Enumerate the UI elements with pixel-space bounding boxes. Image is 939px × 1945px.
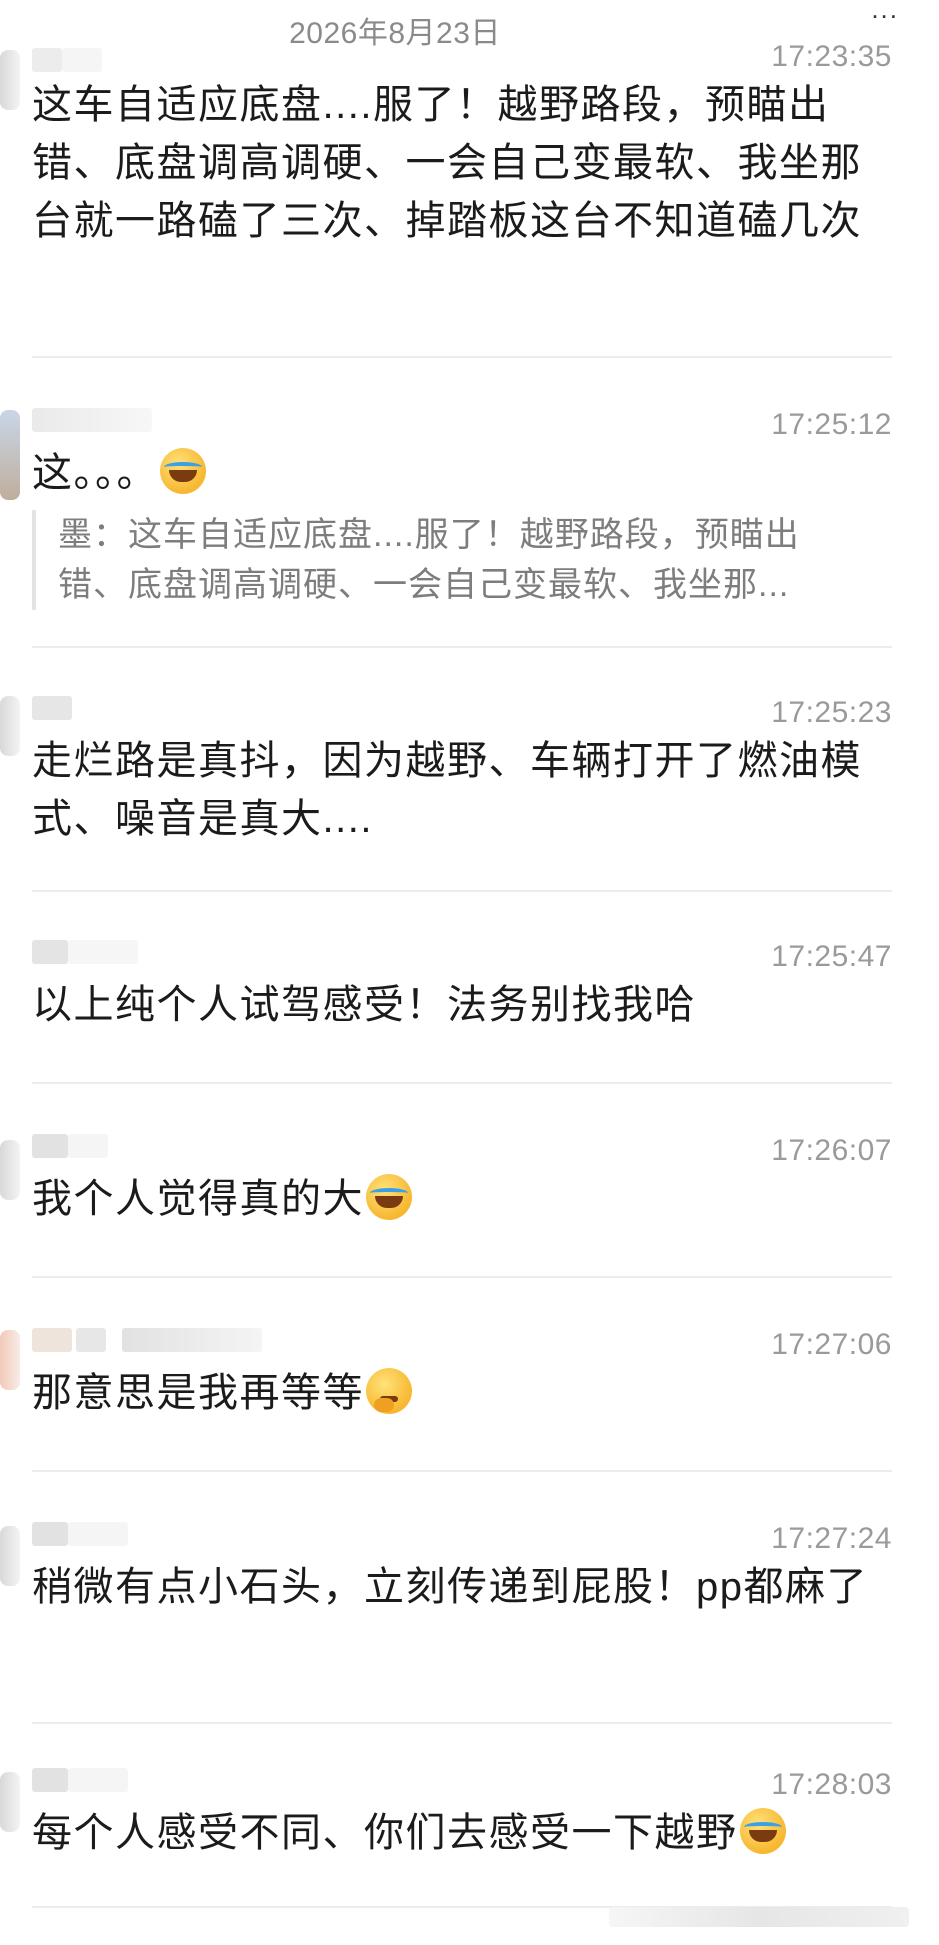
sender-name-blurred [32,692,102,720]
message-time: 17:25:12 [771,408,892,441]
message-text-content: 每个人感受不同、你们去感受一下越野 [32,1811,738,1855]
quote-line: 错、底盘调高调硬、一会自己变最软、我坐那... [58,566,790,604]
message-time: 17:25:47 [771,940,892,973]
quote-line: 墨：这车自适应底盘....服了！越野路段，预瞄出 [58,516,800,554]
message-text-content: 我个人觉得真的大 [32,1177,364,1221]
message-time: 17:27:06 [771,1328,892,1361]
face-with-tears-emoji [366,1174,412,1220]
message-text[interactable]: 每个人感受不同、你们去感受一下越野 [32,1804,892,1862]
divider [32,1722,892,1724]
face-with-tears-emoji [160,448,206,494]
sender-name-blurred [32,404,152,432]
message-time: 17:23:35 [771,40,892,73]
message-text[interactable]: 我个人觉得真的大 [32,1170,892,1228]
message-text-content: 这。。。 [32,451,158,495]
sender-name-blurred [32,1130,108,1158]
sender-name-blurred [32,44,102,72]
divider [32,646,892,648]
message-time: 17:28:03 [771,1768,892,1801]
sender-name-blurred [32,1518,128,1546]
more-icon[interactable]: ... [871,0,899,25]
message-time: 17:26:07 [771,1134,892,1167]
chat-message: 17:28:03 每个人感受不同、你们去感受一下越野 [0,1764,939,1862]
divider [32,1082,892,1084]
sender-name-blurred [32,1764,128,1792]
watermark-blurred [609,1907,909,1927]
message-time: 17:25:23 [771,696,892,729]
chat-message: 17:27:24 稍微有点小石头，立刻传递到屁股！pp都麻了 [0,1518,939,1616]
message-time: 17:27:24 [771,1522,892,1555]
message-text[interactable]: 这车自适应底盘....服了！越野路段，预瞄出错、底盘调高调硬、一会自己变最软、我… [32,76,892,250]
chat-message: 17:25:12 这。。。 墨：这车自适应底盘....服了！越野路段，预瞄出 错… [0,404,939,610]
message-text[interactable]: 这。。。 [32,444,892,502]
message-text-content: 那意思是我再等等 [32,1371,364,1415]
face-with-tears-emoji [739,1808,786,1854]
chat-message: 17:25:47 以上纯个人试驾感受！法务别找我哈 [0,936,939,1034]
chat-message: 17:25:23 走烂路是真抖，因为越野、车辆打开了燃油模式、噪音是真大.... [0,692,939,848]
chat-message: 17:26:07 我个人觉得真的大 [0,1130,939,1228]
sender-name-blurred [32,936,138,964]
chat-message: 17:23:35 这车自适应底盘....服了！越野路段，预瞄出错、底盘调高调硬、… [0,40,939,250]
sender-name-blurred [32,1324,272,1352]
thinking-face-emoji [366,1368,412,1414]
message-text[interactable]: 走烂路是真抖，因为越野、车辆打开了燃油模式、噪音是真大.... [32,732,892,848]
divider [32,1470,892,1472]
divider [32,890,892,892]
message-text[interactable]: 以上纯个人试驾感受！法务别找我哈 [32,976,892,1034]
divider [32,1276,892,1278]
chat-message: 17:27:06 那意思是我再等等 [0,1324,939,1422]
message-text[interactable]: 那意思是我再等等 [32,1364,892,1422]
message-text[interactable]: 稍微有点小石头，立刻传递到屁股！pp都麻了 [32,1558,892,1616]
quoted-message[interactable]: 墨：这车自适应底盘....服了！越野路段，预瞄出 错、底盘调高调硬、一会自己变最… [32,510,872,610]
divider [32,356,892,358]
